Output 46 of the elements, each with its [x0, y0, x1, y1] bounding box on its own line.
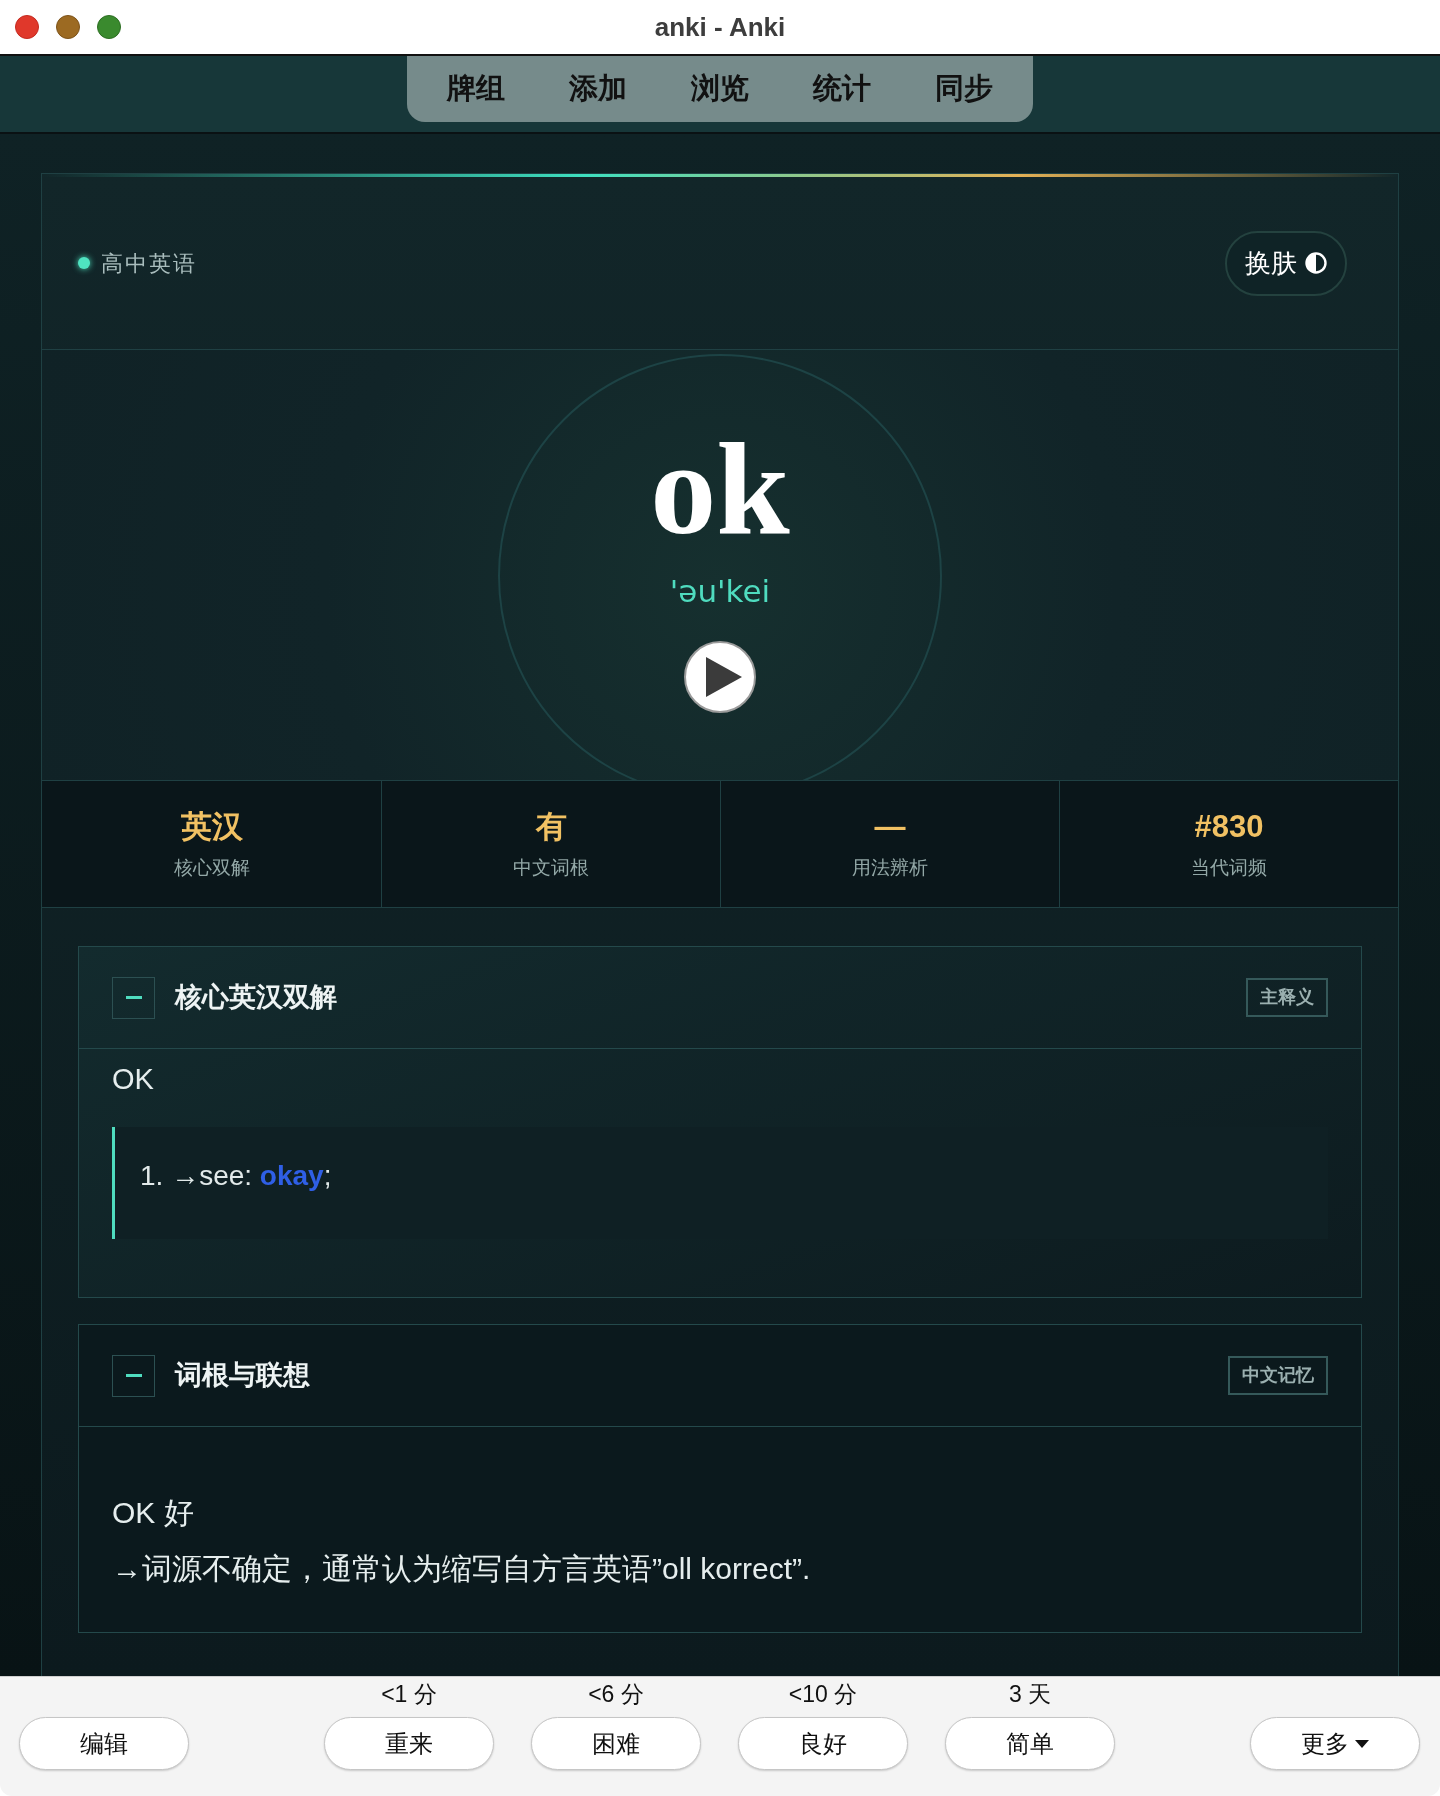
- deck-name: 高中英语: [101, 249, 197, 278]
- interval-label: 3 天: [1008, 1680, 1052, 1708]
- toolbar-link[interactable]: 牌组: [447, 67, 505, 111]
- edit-button[interactable]: 编辑: [19, 1717, 189, 1770]
- stat-value: 有: [535, 808, 567, 846]
- toolbar-link[interactable]: 浏览: [691, 67, 749, 111]
- stat-label: 核心双解: [173, 856, 250, 880]
- section-tag: 主释义: [1246, 978, 1328, 1017]
- section-title: 核心英汉双解: [175, 981, 337, 1015]
- stat-label: 中文词根: [513, 856, 589, 880]
- stat-label: 用法辨析: [852, 856, 928, 880]
- toolbar-link[interactable]: 添加: [569, 67, 627, 111]
- toolbar-link[interactable]: 同步: [935, 67, 993, 111]
- headword: OK: [112, 1062, 154, 1097]
- window-title: anki - Anki: [654, 10, 786, 44]
- skin-button[interactable]: 换肤: [1225, 230, 1347, 296]
- stat-value: —: [874, 808, 906, 846]
- minus-icon: [125, 1374, 142, 1377]
- answer-button[interactable]: 良好: [738, 1717, 908, 1770]
- stat-label: 当代词频: [1191, 856, 1267, 880]
- section-title: 词根与联想: [175, 1359, 310, 1393]
- more-button[interactable]: 更多: [1250, 1717, 1420, 1770]
- play-icon: [705, 657, 742, 697]
- note-line: →词源不确定，通常认为缩写自方言英语”oll korrect”.: [112, 1551, 811, 1587]
- word-title: ok: [650, 423, 790, 555]
- interval-label: <10 分: [788, 1680, 858, 1708]
- minimize-window-button[interactable]: [56, 15, 80, 39]
- answer-button[interactable]: 重来: [324, 1717, 494, 1770]
- toggle-button[interactable]: [112, 976, 155, 1019]
- contrast-icon: [1305, 252, 1327, 274]
- zoom-window-button[interactable]: [97, 15, 121, 39]
- minus-icon: [125, 996, 142, 999]
- answer-button[interactable]: 简单: [945, 1717, 1115, 1770]
- close-window-button[interactable]: [15, 15, 39, 39]
- interval-label: <6 分: [588, 1680, 644, 1708]
- answer-button[interactable]: 困难: [531, 1717, 701, 1770]
- caret-icon: [1355, 1739, 1369, 1748]
- stat-value: #830: [1194, 808, 1264, 846]
- stat-value: 英汉: [180, 808, 243, 846]
- phonetic: 'əu'kei: [669, 573, 771, 609]
- interval-label: <1 分: [381, 1680, 437, 1708]
- toggle-button[interactable]: [112, 1354, 155, 1397]
- definition-text: 1. →see: okay;: [140, 1159, 332, 1193]
- note-line: OK 好: [112, 1495, 194, 1531]
- toolbar-link[interactable]: 统计: [813, 67, 871, 111]
- section-tag: 中文记忆: [1228, 1356, 1328, 1395]
